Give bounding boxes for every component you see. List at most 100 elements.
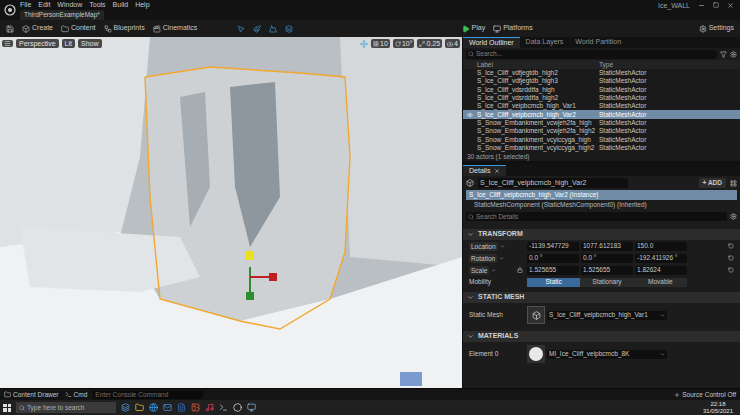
taskbar-app-icon[interactable]	[219, 403, 228, 412]
taskbar-app-icon[interactable]	[149, 403, 158, 412]
toolbar-button[interactable]: Content	[61, 23, 96, 34]
lock-icon[interactable]	[517, 267, 523, 273]
outliner-row[interactable]: S_Snow_Embankment_vcyiccyga_highStaticMe…	[463, 135, 740, 143]
windows-logo-icon[interactable]	[3, 404, 11, 412]
snap-button[interactable]: 10°	[393, 39, 415, 48]
outliner-settings-icon[interactable]	[730, 51, 737, 58]
mobility-option[interactable]: Stationary	[580, 278, 633, 287]
outliner-row[interactable]: S_Ice_Cliff_veipbcmcb_high_Var1StaticMes…	[463, 102, 740, 110]
add-component-button[interactable]: + ADD	[699, 178, 726, 188]
panel-tab[interactable]: World Partition	[569, 37, 627, 48]
cmd-button[interactable]: Cmd	[65, 390, 88, 400]
panel-tab[interactable]: World Outliner	[463, 37, 520, 48]
outliner-row[interactable]: S_Snow_Embankment_vcyiccyga_high2StaticM…	[463, 144, 740, 152]
content-drawer-button[interactable]: Content Drawer	[4, 390, 59, 400]
mobility-option[interactable]: Static	[527, 278, 580, 287]
save-icon[interactable]	[6, 25, 14, 33]
viewport-menu-button[interactable]	[2, 40, 13, 47]
panel-tab[interactable]: Data Layers	[520, 37, 570, 48]
outliner-search[interactable]: Search...	[466, 50, 717, 59]
panel-tab[interactable]: Details	[463, 165, 506, 176]
outliner-row[interactable]: S_Snow_Embankment_vcwjeh2fa_high2StaticM…	[463, 127, 740, 135]
snap-button[interactable]: 4	[445, 39, 460, 48]
value-field[interactable]: -1139.547729	[527, 242, 579, 251]
menu-item[interactable]: Tools	[89, 0, 105, 10]
close-icon[interactable]	[727, 2, 734, 9]
value-field[interactable]: 1077.612183	[581, 242, 633, 251]
taskbar-app-icon[interactable]	[121, 403, 130, 412]
reset-icon[interactable]	[728, 255, 734, 261]
outliner-row[interactable]: S_Ice_Cliff_vdsrddtfa_highStaticMeshActo…	[463, 86, 740, 94]
value-field[interactable]: 150.0	[635, 242, 687, 251]
viewport[interactable]: PerspectiveLitShow1010°0.254	[0, 37, 462, 388]
section-header[interactable]: STATIC MESH	[463, 292, 740, 303]
visibility-icon[interactable]	[467, 112, 473, 118]
translate-icon[interactable]	[360, 40, 368, 48]
material-field[interactable]: MI_Ice_Cliff_veipbcmcb_8K	[547, 350, 667, 359]
settings-button[interactable]: Settings	[699, 23, 734, 34]
blueprint-icon[interactable]	[730, 180, 737, 187]
section-header[interactable]: MATERIALS	[463, 331, 740, 342]
minimize-icon[interactable]	[698, 2, 705, 9]
menu-item[interactable]: Edit	[38, 0, 50, 10]
viewport-button[interactable]: Perspective	[16, 39, 59, 48]
mode-icon[interactable]	[237, 25, 245, 33]
viewport-button[interactable]: Show	[78, 39, 102, 48]
reset-icon[interactable]	[728, 267, 734, 273]
value-field[interactable]: 1.525655	[581, 266, 633, 275]
menu-item[interactable]: Window	[57, 0, 82, 10]
taskbar-app-icon[interactable]	[205, 403, 214, 412]
close-tab-icon[interactable]	[494, 168, 500, 174]
column-header[interactable]: Type	[599, 60, 613, 70]
mode-icon[interactable]	[269, 25, 277, 33]
taskbar-app-icon[interactable]	[135, 403, 144, 412]
snap-button[interactable]: 0.25	[417, 39, 442, 48]
transform-label[interactable]: Location	[469, 242, 513, 251]
transform-label[interactable]: Scale	[469, 266, 513, 275]
component-item[interactable]: S_Ice_Cliff_veipbcmcb_high_Var2 (Instanc…	[466, 190, 737, 200]
filter-icon[interactable]	[720, 51, 727, 58]
console-input[interactable]: Enter Console Command	[93, 391, 203, 399]
mode-icon[interactable]	[253, 25, 261, 33]
outliner-row[interactable]: S_Ice_Cliff_vdfjegtdb_high2StaticMeshAct…	[463, 69, 740, 77]
taskbar-app-icon[interactable]	[191, 403, 200, 412]
transform-label[interactable]: Rotation	[469, 254, 513, 263]
outliner-row[interactable]: S_Ice_Cliff_veipbcmcb_high_Var2StaticMes…	[463, 110, 740, 118]
taskbar-app-icon[interactable]	[233, 403, 242, 412]
actor-name-field[interactable]: S_Ice_Cliff_veipbcmcb_high_Var2	[478, 178, 628, 188]
column-header[interactable]: Label	[477, 60, 599, 70]
platforms-button[interactable]: Platforms	[493, 23, 533, 34]
mesh-thumbnail[interactable]	[527, 306, 545, 324]
reset-icon[interactable]	[728, 243, 734, 249]
maximize-icon[interactable]	[713, 2, 719, 8]
menu-item[interactable]: Build	[113, 0, 129, 10]
value-field[interactable]: 1.82624	[635, 266, 687, 275]
component-item[interactable]: StaticMeshComponent (StaticMeshComponent…	[466, 200, 737, 210]
value-field[interactable]: 1.525655	[527, 266, 579, 275]
value-field[interactable]: 0.0 °	[527, 254, 579, 263]
details-settings-icon[interactable]	[730, 213, 737, 220]
menu-item[interactable]: Help	[135, 0, 149, 10]
play-button[interactable]: Play	[462, 23, 486, 34]
taskbar-app-icon[interactable]	[163, 403, 172, 412]
level-tab[interactable]: ThirdPersonExampleMap*	[20, 10, 104, 20]
toolbar-button[interactable]: Blueprints	[104, 23, 145, 34]
outliner-row[interactable]: S_Snow_Embankment_vcwjeh2fa_highStaticMe…	[463, 119, 740, 127]
outliner-row[interactable]: S_Ice_Cliff_vdfjegtdb_high3StaticMeshAct…	[463, 77, 740, 85]
details-search[interactable]: Search Details	[466, 212, 727, 221]
menu-item[interactable]: File	[20, 0, 31, 10]
taskbar-app-icon[interactable]	[247, 403, 256, 412]
value-field[interactable]: 0.0 °	[581, 254, 633, 263]
taskbar-search[interactable]: Type here to search	[16, 402, 116, 413]
static-mesh-field[interactable]: S_Ice_Cliff_veipbcmcb_high_Var1	[547, 311, 667, 320]
toolbar-button[interactable]: Create	[22, 23, 53, 34]
toolbar-button[interactable]: Cinematics	[153, 23, 198, 34]
clock[interactable]: 22:1831/05/2021	[703, 401, 737, 414]
source-control-button[interactable]: Source Control Off	[674, 390, 736, 400]
mode-icon[interactable]	[285, 25, 293, 33]
material-thumbnail[interactable]	[527, 345, 545, 363]
section-header[interactable]: TRANSFORM	[463, 229, 740, 240]
viewport-button[interactable]: Lit	[62, 39, 75, 48]
taskbar-app-icon[interactable]	[177, 403, 186, 412]
value-field[interactable]: -192.411926 °	[635, 254, 687, 263]
